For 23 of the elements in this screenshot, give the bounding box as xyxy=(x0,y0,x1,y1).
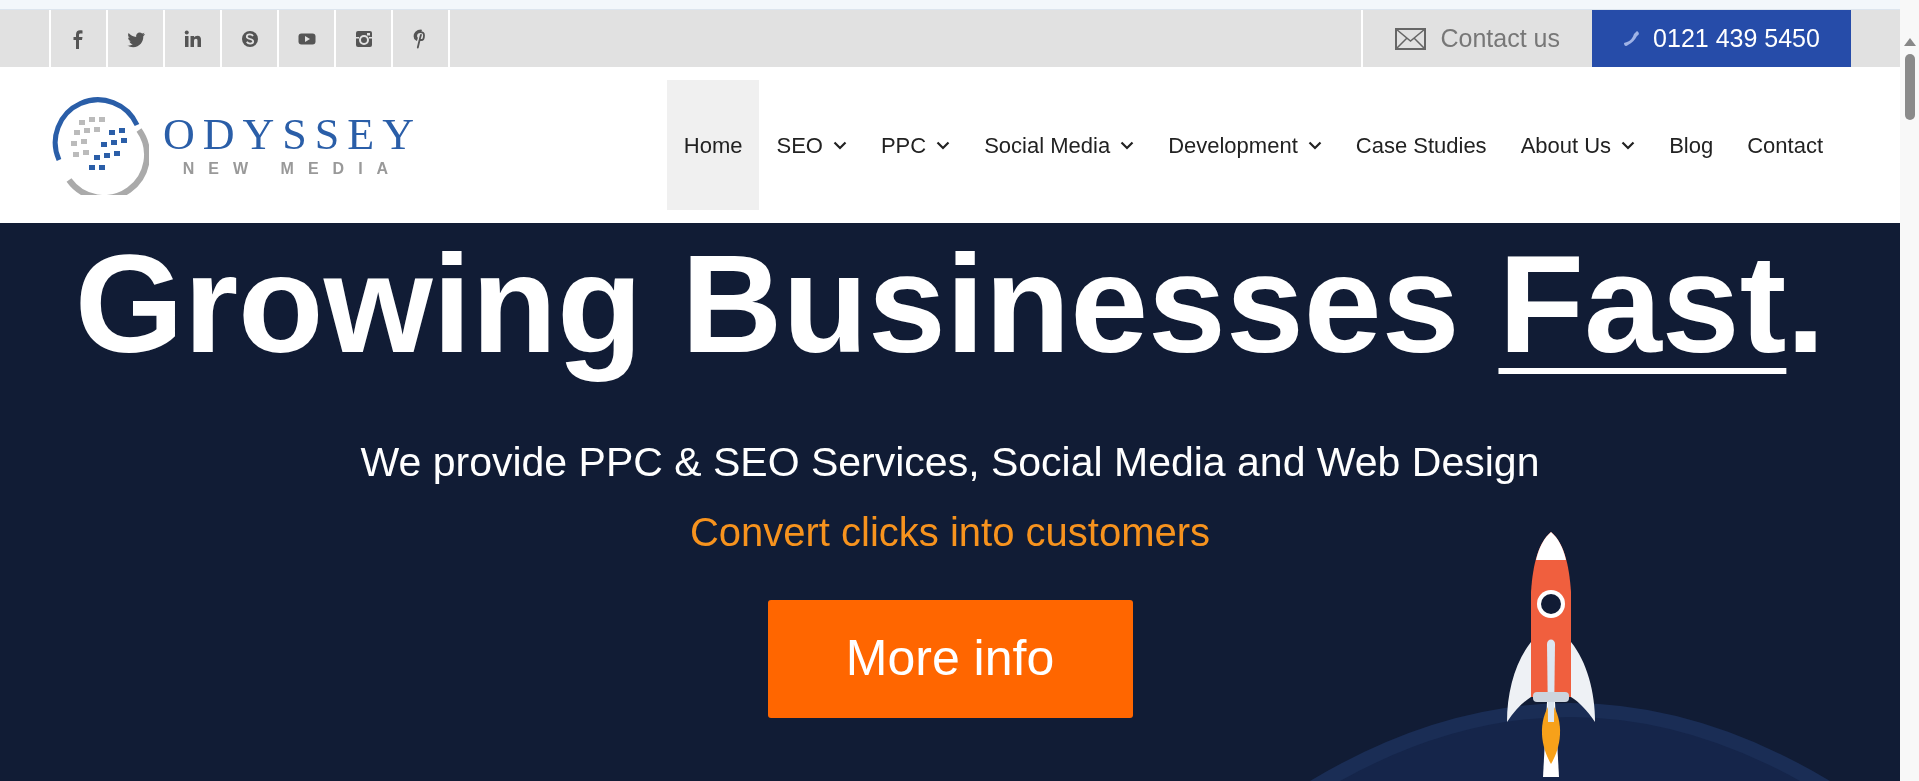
skype-icon[interactable] xyxy=(239,28,260,49)
nav-link[interactable]: SEO xyxy=(759,80,864,210)
logo-wordmark: ODYSSEY xyxy=(163,113,422,157)
hero-subtitle: We provide PPC & SEO Services, Social Media and Web Design xyxy=(360,438,1540,487)
nav-link[interactable]: Home xyxy=(666,80,760,210)
phone-button[interactable]: 0121 439 5450 xyxy=(1592,10,1851,67)
nav-link[interactable]: PPC xyxy=(863,80,968,210)
nav-link[interactable]: Social Media xyxy=(967,80,1152,210)
nav-link[interactable]: Blog xyxy=(1652,80,1731,210)
scrollbar[interactable] xyxy=(1900,0,1919,781)
envelope-icon xyxy=(1395,27,1427,50)
phone-icon xyxy=(1623,29,1642,48)
nav-link[interactable]: About Us xyxy=(1503,80,1653,210)
logo-tagline: NEW MEDIA xyxy=(182,161,403,177)
nav-link[interactable]: Development xyxy=(1151,80,1339,210)
scroll-up-icon[interactable] xyxy=(1903,38,1916,46)
camera-icon[interactable] xyxy=(353,28,374,49)
hero-heading: Growing Businesses Fast. xyxy=(74,224,1826,384)
nav-link[interactable]: Case Studies xyxy=(1338,80,1504,210)
hero-tagline: Convert clicks into customers xyxy=(689,508,1211,556)
scrollbar-thumb[interactable] xyxy=(1904,54,1915,120)
nav-link[interactable]: Contact xyxy=(1730,80,1840,210)
linkedin-icon[interactable] xyxy=(182,28,203,49)
